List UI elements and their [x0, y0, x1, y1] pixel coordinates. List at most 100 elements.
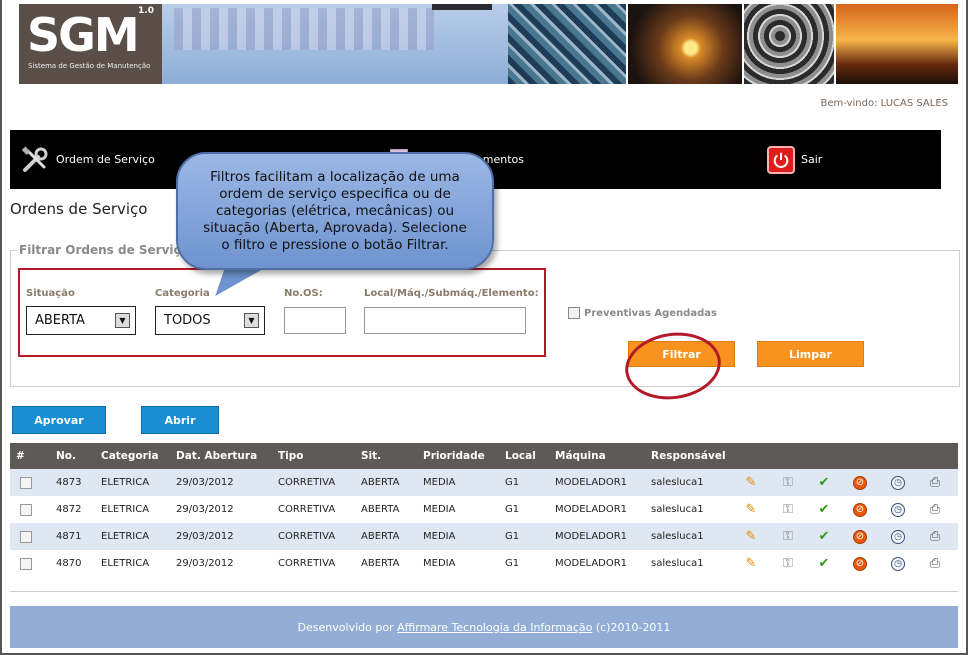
- no-os-label: No.OS:: [284, 288, 323, 299]
- header-data: Dat. Abertura: [176, 450, 258, 462]
- banner-photo-powerlines: [836, 4, 958, 84]
- cell-prioridade: MEDIA: [423, 504, 456, 515]
- checkmark-action[interactable]: ✔: [816, 523, 832, 550]
- printer-icon: ⎙: [929, 529, 941, 544]
- footer: Desenvolvido por Affirmare Tecnologia da…: [10, 606, 958, 648]
- row-checkbox[interactable]: [20, 503, 32, 516]
- limpar-button[interactable]: Limpar: [757, 341, 864, 367]
- abrir-button[interactable]: Abrir: [141, 406, 219, 434]
- preventivas-checkbox[interactable]: [568, 307, 580, 319]
- table-row[interactable]: 4872 ELETRICA 29/03/2012 CORRETIVA ABERTA MED…: [10, 496, 958, 523]
- clock-action[interactable]: ◷: [891, 550, 905, 577]
- sgm-logo: SGM 1.0 Sistema de Gestão de Manutenção: [19, 4, 162, 84]
- printer-action[interactable]: ⎙: [927, 523, 943, 550]
- clock-action[interactable]: ◷: [891, 469, 905, 496]
- footer-suffix: (c)2010-2011: [595, 620, 671, 634]
- cell-maquina: MODELADOR1: [555, 504, 628, 515]
- printer-icon: ⎙: [929, 475, 941, 490]
- cell-categoria: ELETRICA: [101, 531, 150, 542]
- menu-sair[interactable]: Sair: [767, 130, 822, 189]
- banner-tab: [432, 4, 492, 10]
- row-checkbox-cell: [20, 550, 32, 577]
- page-title: Ordens de Serviço: [10, 200, 148, 218]
- cancel-action[interactable]: ⊘: [853, 469, 867, 496]
- cell-categoria: ELETRICA: [101, 504, 150, 515]
- key-action[interactable]: ⚿: [780, 469, 796, 496]
- checkmark-action[interactable]: ✔: [816, 550, 832, 577]
- cell-prioridade: MEDIA: [423, 558, 456, 569]
- key-icon: ⚿: [783, 556, 793, 571]
- cell-tipo: CORRETIVA: [278, 477, 336, 488]
- pencil-icon: ✎: [745, 475, 757, 490]
- cell-data: 29/03/2012: [176, 504, 234, 515]
- cancel-icon: ⊘: [853, 556, 867, 571]
- pencil-action[interactable]: ✎: [743, 523, 759, 550]
- table-row[interactable]: 4873 ELETRICA 29/03/2012 CORRETIVA ABERTA MED…: [10, 469, 958, 496]
- header-maquina: Máquina: [555, 450, 606, 462]
- printer-action[interactable]: ⎙: [927, 469, 943, 496]
- cell-maquina: MODELADOR1: [555, 558, 628, 569]
- checkmark-action[interactable]: ✔: [816, 496, 832, 523]
- cell-responsavel: salesluca1: [651, 504, 704, 515]
- checkmark-action[interactable]: ✔: [816, 469, 832, 496]
- row-checkbox[interactable]: [20, 530, 32, 543]
- menu-ordem-label: Ordem de Serviço: [56, 153, 155, 166]
- cancel-action[interactable]: ⊘: [853, 550, 867, 577]
- cell-tipo: CORRETIVA: [278, 504, 336, 515]
- key-icon: ⚿: [783, 502, 793, 517]
- categoria-value: TODOS: [164, 313, 211, 328]
- logo-version: 1.0: [138, 6, 154, 16]
- pencil-action[interactable]: ✎: [743, 550, 759, 577]
- situacao-label: Situação: [26, 288, 75, 299]
- local-input[interactable]: [364, 307, 526, 334]
- orders-table: # No. Categoria Dat. Abertura Tipo Sit. …: [10, 443, 958, 577]
- pencil-action[interactable]: ✎: [743, 469, 759, 496]
- key-icon: ⚿: [783, 529, 793, 544]
- cell-no: 4873: [56, 477, 82, 488]
- clock-action[interactable]: ◷: [891, 523, 905, 550]
- cell-maquina: MODELADOR1: [555, 477, 628, 488]
- key-action[interactable]: ⚿: [780, 550, 796, 577]
- clock-action[interactable]: ◷: [891, 496, 905, 523]
- header-banner: SGM 1.0 Sistema de Gestão de Manutenção: [10, 0, 958, 86]
- cell-situacao: ABERTA: [361, 477, 400, 488]
- cancel-action[interactable]: ⊘: [853, 523, 867, 550]
- footer-link[interactable]: Affirmare Tecnologia da Informação: [397, 621, 592, 634]
- table-row[interactable]: 4870 ELETRICA 29/03/2012 CORRETIVA ABERTA MED…: [10, 550, 958, 577]
- table-row[interactable]: 4871 ELETRICA 29/03/2012 CORRETIVA ABERTA MED…: [10, 523, 958, 550]
- menu-ordem-servico[interactable]: Ordem de Serviço: [20, 130, 155, 189]
- printer-action[interactable]: ⎙: [927, 550, 943, 577]
- cell-no: 4871: [56, 531, 82, 542]
- header-prioridade: Prioridade: [423, 450, 485, 462]
- header-local: Local: [505, 450, 536, 462]
- cell-local: G1: [505, 558, 520, 569]
- row-checkbox[interactable]: [20, 557, 32, 570]
- chevron-down-icon: ▼: [244, 313, 259, 328]
- cancel-action[interactable]: ⊘: [853, 496, 867, 523]
- cell-prioridade: MEDIA: [423, 531, 456, 542]
- banner-photo-lightbulb: [628, 4, 742, 84]
- pencil-action[interactable]: ✎: [743, 496, 759, 523]
- cell-data: 29/03/2012: [176, 477, 234, 488]
- header-categoria: Categoria: [101, 450, 159, 462]
- key-action[interactable]: ⚿: [780, 523, 796, 550]
- aprovar-button[interactable]: Aprovar: [12, 406, 106, 434]
- blurred-text: [174, 8, 434, 50]
- cancel-icon: ⊘: [853, 502, 867, 517]
- situacao-select[interactable]: ABERTA ▼: [26, 306, 136, 335]
- tooltip-callout: Filtros facilitam a localização de uma o…: [176, 152, 494, 270]
- preventivas-option[interactable]: Preventivas Agendadas: [568, 307, 717, 319]
- cell-tipo: CORRETIVA: [278, 531, 336, 542]
- printer-action[interactable]: ⎙: [927, 496, 943, 523]
- footer-prefix: Desenvolvido por: [297, 620, 394, 634]
- checkmark-icon: ✔: [818, 529, 830, 544]
- clock-icon: ◷: [891, 475, 905, 490]
- tools-icon: [20, 145, 50, 175]
- row-checkbox[interactable]: [20, 476, 32, 489]
- cell-tipo: CORRETIVA: [278, 558, 336, 569]
- power-icon: [767, 145, 795, 174]
- categoria-select[interactable]: TODOS ▼: [155, 306, 265, 335]
- printer-icon: ⎙: [929, 502, 941, 517]
- key-action[interactable]: ⚿: [780, 496, 796, 523]
- no-os-input[interactable]: [284, 307, 346, 334]
